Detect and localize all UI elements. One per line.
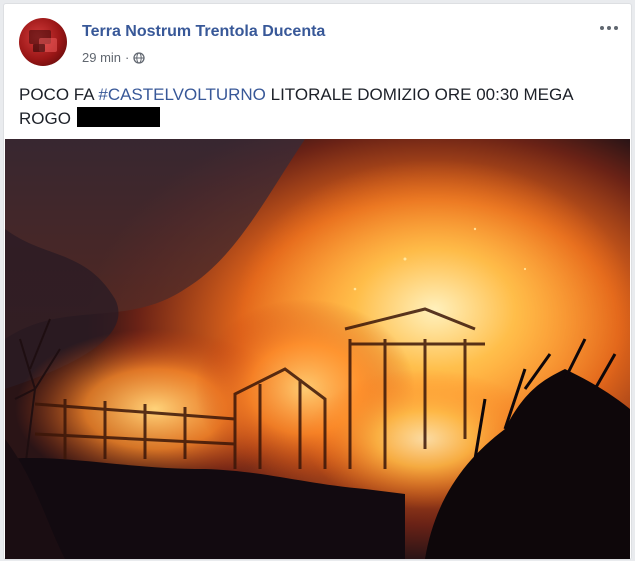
page-name-link[interactable]: Terra Nostrum Trentola Ducenta [82,23,325,41]
hashtag-link[interactable]: #CASTELVOLTURNO [98,85,266,104]
more-options-icon[interactable] [597,20,621,36]
meta-separator: · [125,50,130,65]
page-avatar[interactable] [19,18,67,66]
post-card: Terra Nostrum Trentola Ducenta 29 min · … [3,3,632,560]
fire-photo [5,139,630,559]
post-photo[interactable] [5,139,630,559]
post-timestamp[interactable]: 29 min [82,50,121,65]
redaction-bar [76,107,160,127]
globe-icon[interactable] [133,51,146,64]
post-meta: 29 min · [82,50,146,65]
avatar-logo-icon [29,30,57,52]
post-text: POCO FA #CASTELVOLTURNO LITORALE DOMIZIO… [19,83,609,131]
post-text-start: POCO FA [19,85,99,104]
